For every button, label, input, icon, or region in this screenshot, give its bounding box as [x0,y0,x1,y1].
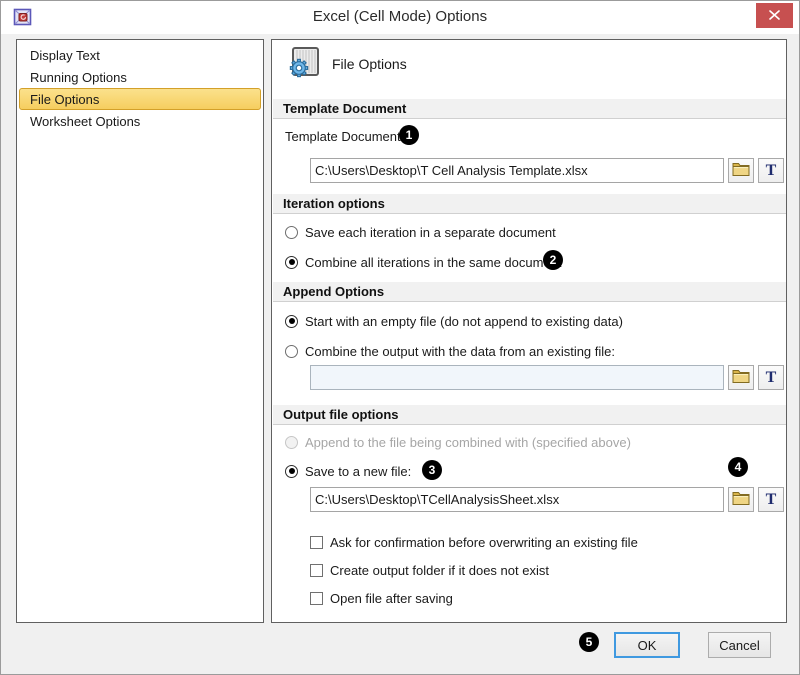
radio-save-each-iteration[interactable]: Save each iteration in a separate docume… [285,224,556,240]
radio-start-empty-file[interactable]: Start with an empty file (do not append … [285,313,623,329]
radio-save-to-new-file[interactable]: Save to a new file: [285,463,411,479]
ok-button[interactable]: OK [614,632,680,658]
options-nav-sidebar: Display Text Running Options File Option… [16,39,264,623]
radio-icon [285,256,298,269]
radio-icon [285,226,298,239]
options-dialog: Excel (Cell Mode) Options Display Text R… [0,0,800,675]
section-header-template-document: Template Document [273,99,786,119]
folder-icon [732,162,750,179]
combine-existing-file-input[interactable] [310,365,724,390]
checkbox-icon [310,592,323,605]
annotation-badge-2: 2 [543,250,563,270]
close-button[interactable] [756,3,793,28]
combine-text-tool-button[interactable]: T [758,365,784,390]
section-header-iteration-options: Iteration options [273,194,786,214]
annotation-badge-1: 1 [399,125,419,145]
checkbox-icon [310,564,323,577]
annotation-badge-5: 5 [579,632,599,652]
checkbox-label: Create output folder if it does not exis… [330,563,549,578]
checkbox-icon [310,536,323,549]
output-text-tool-button[interactable]: T [758,487,784,512]
checkbox-label: Open file after saving [330,591,453,606]
cancel-button[interactable]: Cancel [708,632,771,658]
section-header-append-options: Append Options [273,282,786,302]
checkbox-create-output-folder[interactable]: Create output folder if it does not exis… [310,562,549,578]
checkbox-open-file-after-saving[interactable]: Open file after saving [310,590,453,606]
close-icon [769,7,780,25]
radio-append-to-combined-file: Append to the file being combined with (… [285,434,631,450]
file-options-icon [288,46,322,85]
combine-browse-button[interactable] [728,365,754,390]
radio-label: Start with an empty file (do not append … [305,314,623,329]
title-bar: Excel (Cell Mode) Options [1,1,799,34]
output-file-input[interactable] [310,487,724,512]
text-tool-icon: T [766,163,777,179]
folder-icon [732,491,750,508]
radio-label: Save each iteration in a separate docume… [305,225,556,240]
checkbox-confirm-overwrite[interactable]: Ask for confirmation before overwriting … [310,534,638,550]
radio-combine-existing-file[interactable]: Combine the output with the data from an… [285,343,615,359]
template-browse-button[interactable] [728,158,754,183]
window-title: Excel (Cell Mode) Options [1,8,799,25]
radio-label: Save to a new file: [305,464,411,479]
radio-combine-iterations[interactable]: Combine all iterations in the same docum… [285,254,562,270]
template-text-tool-button[interactable]: T [758,158,784,183]
template-document-label: Template Document: [285,129,404,144]
radio-icon [285,345,298,358]
checkbox-label: Ask for confirmation before overwriting … [330,535,638,550]
text-tool-icon: T [766,492,777,508]
file-options-panel: File Options Template Document Template … [271,39,787,623]
sidebar-item-running-options[interactable]: Running Options [19,66,261,88]
template-document-input[interactable] [310,158,724,183]
text-tool-icon: T [766,370,777,386]
section-header-output-file-options: Output file options [273,405,786,425]
sidebar-item-worksheet-options[interactable]: Worksheet Options [19,110,261,132]
annotation-badge-4: 4 [728,457,748,477]
annotation-badge-3: 3 [422,460,442,480]
output-browse-button[interactable] [728,487,754,512]
folder-icon [732,369,750,386]
radio-label: Combine all iterations in the same docum… [305,255,562,270]
panel-title: File Options [332,56,407,72]
radio-icon [285,315,298,328]
radio-icon [285,465,298,478]
radio-label: Combine the output with the data from an… [305,344,615,359]
sidebar-item-file-options[interactable]: File Options [19,88,261,110]
radio-label: Append to the file being combined with (… [305,435,631,450]
sidebar-item-display-text[interactable]: Display Text [19,44,261,66]
radio-icon [285,436,298,449]
